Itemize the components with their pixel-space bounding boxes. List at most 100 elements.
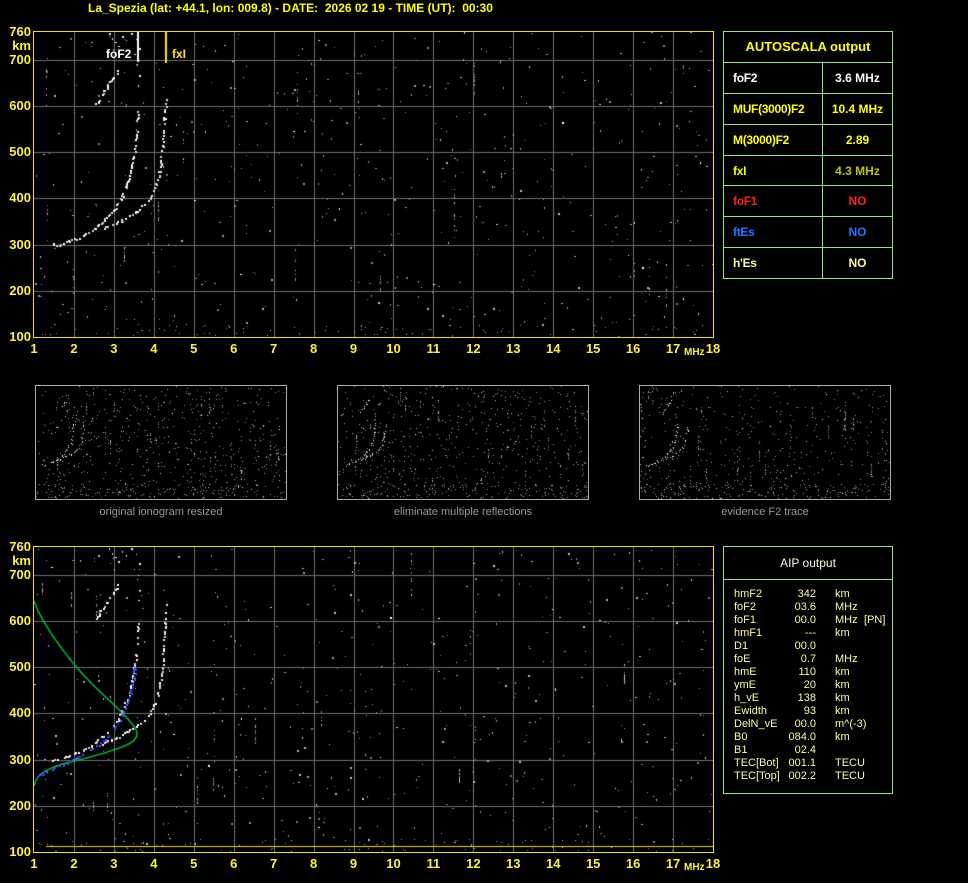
caption-original-ionogram: original ionogram resized [99, 506, 223, 518]
bottom-ionogram-plot [33, 546, 714, 853]
panel-original-ionogram [35, 385, 287, 500]
foF2-marker-label: foF2 [106, 47, 132, 61]
axis-tick-label-x: 1 [30, 341, 38, 356]
axis-tick-label-x: 10 [386, 341, 401, 356]
aip-unit: TECU [835, 770, 865, 782]
autoscala-row-MUF(3000)F2: MUF(3000)F2 10.4 MHz [724, 92, 892, 124]
axis-tick-label-x: 16 [625, 856, 641, 871]
aip-value: 138 [797, 692, 816, 704]
autoscala-param-value: 2.89 [822, 124, 892, 155]
aip-unit: TECU [835, 757, 865, 769]
axis-tick-label-y: 700 [9, 566, 31, 582]
axis-tick-label-x: 9 [349, 341, 358, 356]
axis-tick-label-y: 500 [9, 144, 31, 160]
aip-row-D1: D1 00.0 [724, 640, 892, 653]
aip-unit: m^(-3) [835, 718, 867, 730]
axis-tick-label-x: 14 [546, 341, 561, 356]
axis-tick-label-x: 2 [70, 341, 78, 356]
aip-unit: km [835, 627, 850, 639]
caption-eliminate-reflections: eliminate multiple reflections [393, 506, 533, 518]
autoscala-param-value: NO [822, 186, 892, 217]
panel-evidence-f2 [639, 385, 891, 500]
axis-tick-label-x: 16 [625, 341, 641, 356]
axis-tick-label-y: 200 [9, 797, 31, 813]
aip-value: 20 [803, 679, 816, 691]
axis-tick-label-y: 760 [9, 24, 31, 39]
aip-row-Ewidth: Ewidth 93 km [724, 705, 892, 718]
panel-eliminate-canvas [338, 386, 588, 499]
aip-row-foF2: foF2 03.6 MHz [724, 601, 892, 614]
aip-value: 03.6 [794, 601, 816, 613]
top-ionogram-plot [33, 31, 714, 338]
axis-tick-label-x: 13 [506, 856, 521, 871]
autoscala-param-label: ftEs [733, 225, 755, 240]
axis-tick-label-x: 18 [705, 341, 721, 356]
autoscala-param-value: 10.4 MHz [822, 93, 892, 124]
aip-unit: km [835, 679, 850, 691]
axis-tick-label-x: 2 [70, 856, 78, 871]
autoscala-table-header: AUTOSCALA output [745, 39, 871, 54]
axis-tick-label-y: 700 [9, 51, 31, 67]
axis-tick-label-x: 8 [309, 341, 318, 356]
autoscala-param-label: fxI [733, 163, 747, 178]
aip-label: hmF1 [734, 627, 763, 639]
aip-row-TEC[Bot]: TEC[Bot] 001.1 TECU [724, 757, 892, 770]
axis-tick-label-y: 200 [9, 282, 31, 298]
aip-row-ymE: ymE 20 km [724, 679, 892, 692]
axis-tick-label-x: 15 [585, 856, 601, 871]
axis-tick-label-x: 12 [466, 341, 481, 356]
aip-unit: km [835, 588, 850, 600]
axis-tick-label-x: 6 [230, 856, 238, 871]
axis-tick-label-x: 9 [349, 856, 358, 871]
aip-value: 0.7 [800, 653, 816, 665]
aip-row-foF1: foF1 00.0 MHz [PN] [724, 614, 892, 627]
axis-tick-label-x: 17 [665, 341, 681, 356]
aip-label: foE [734, 653, 751, 665]
axis-tick-label-x: 3 [110, 856, 118, 871]
axis-tick-label-x: 6 [230, 341, 238, 356]
panel-eliminate-reflections [337, 385, 589, 500]
aip-label: h_vE [734, 692, 760, 704]
axis-tick-label-y: 300 [9, 236, 31, 252]
aip-row-DelN_vE: DelN_vE 00.0 m^(-3) [724, 718, 892, 731]
aip-label: ymE [734, 679, 756, 691]
aip-unit: km [835, 692, 850, 704]
axis-unit-mhz-label: MHz [684, 862, 705, 873]
axis-unit-km-label: km [12, 553, 31, 568]
autoscala-param-label: h'Es [733, 256, 757, 271]
axis-tick-label-x: 18 [705, 856, 721, 871]
axis-tick-label-x: 5 [190, 856, 198, 871]
autoscala-row-ftEs: ftEs NO [724, 216, 892, 248]
autoscala-param-value: 4.3 MHz [822, 155, 892, 186]
axis-tick-label-x: 8 [309, 856, 318, 871]
axis-tick-label-y: 300 [9, 751, 31, 767]
aip-row-hmF1: hmF1 --- km [724, 627, 892, 640]
aip-value: 93 [803, 705, 816, 717]
axis-tick-label-y: 600 [9, 612, 31, 628]
panel-original-canvas [36, 386, 286, 499]
autoscala-param-value: NO [822, 217, 892, 248]
autoscala-row-foF2: foF2 3.6 MHz [724, 62, 892, 93]
axis-tick-label-x: 11 [426, 856, 441, 871]
aip-value: 00.0 [794, 614, 816, 626]
axis-tick-label-y: 500 [9, 659, 31, 675]
autoscala-param-value: 3.6 MHz [822, 63, 892, 93]
aip-table-header: AIP output [780, 556, 836, 570]
autoscala-output-table: AUTOSCALA output foF2 3.6 MHz MUF(3000)F2 1… [723, 31, 893, 279]
aip-unit: MHz [835, 653, 858, 665]
aip-value: 110 [798, 666, 816, 678]
aip-label: foF2 [734, 601, 757, 613]
axis-tick-label-x: 7 [270, 856, 278, 871]
axis-tick-label-x: 15 [585, 341, 601, 356]
axis-tick-label-x: 11 [426, 341, 441, 356]
aip-label: foF1 [734, 614, 757, 626]
autoscala-row-foF1: foF1 NO [724, 185, 892, 217]
aip-unit: km [835, 666, 850, 678]
aip-row-hmF2: hmF2 342 km [724, 588, 892, 601]
axis-tick-label-y: 400 [9, 705, 31, 721]
axis-tick-label-x: 5 [190, 341, 198, 356]
aip-header-divider [724, 579, 892, 580]
aip-row-h_vE: h_vE 138 km [724, 692, 892, 705]
aip-row-foE: foE 0.7 MHz [724, 653, 892, 666]
aip-row-B1: B1 02.4 [724, 744, 892, 757]
